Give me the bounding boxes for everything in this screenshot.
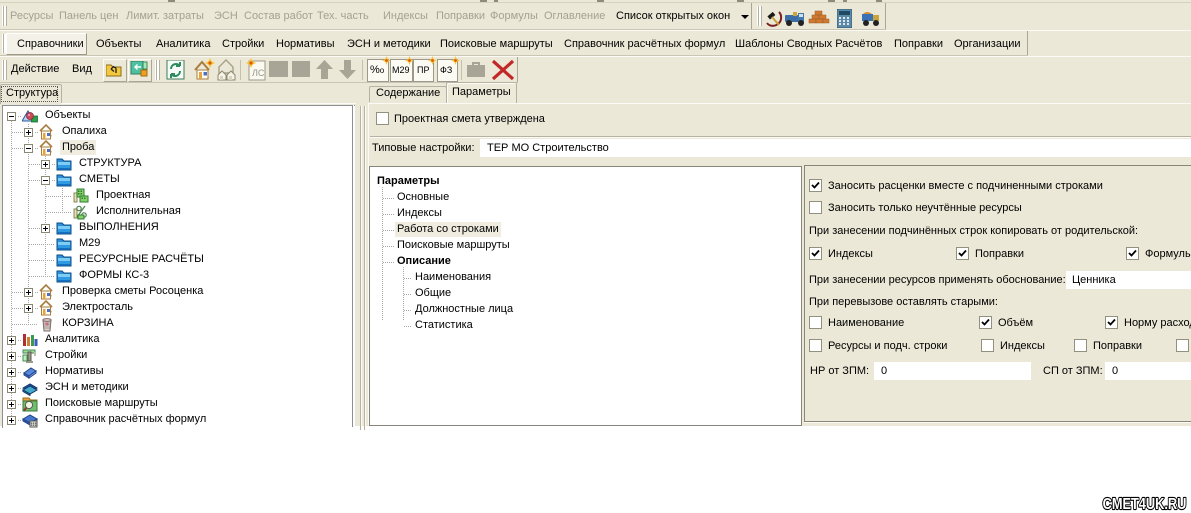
svg-text:ЛС: ЛС bbox=[252, 68, 265, 78]
svg-text:CMET4UK.RU: CMET4UK.RU bbox=[1103, 496, 1187, 513]
